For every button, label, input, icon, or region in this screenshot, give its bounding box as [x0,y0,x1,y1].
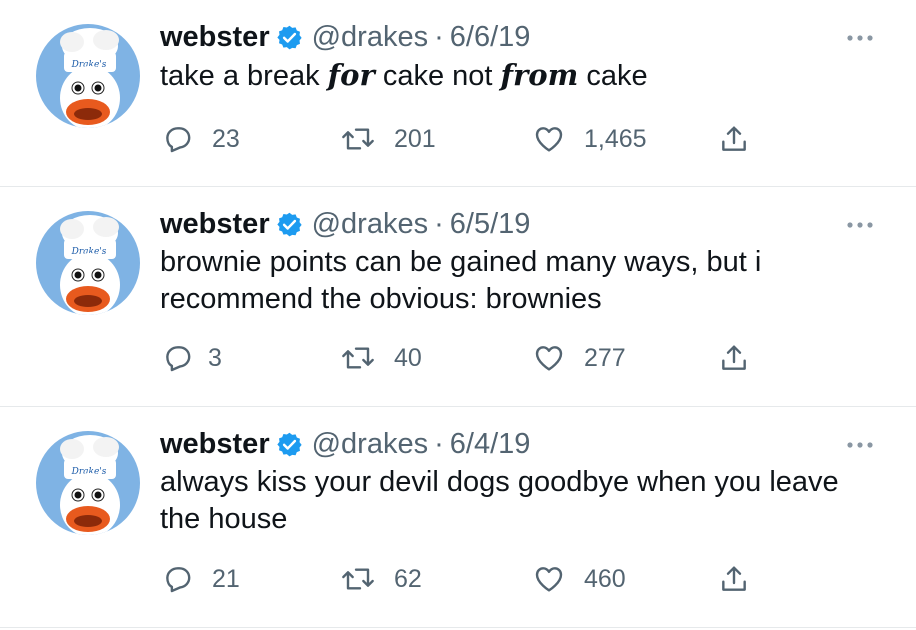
like-button[interactable]: 460 [532,559,626,599]
reply-count: 23 [212,124,240,153]
verified-badge-icon [276,24,303,51]
author-name[interactable]: webster [160,21,270,54]
retweet-count: 40 [394,343,422,372]
share-button[interactable] [718,119,750,159]
reply-count: 21 [212,564,240,593]
separator-dot: · [434,427,444,460]
reply-bubble-icon [166,567,191,593]
author-handle[interactable]: @drakes [312,428,428,461]
heart-icon [535,127,563,152]
retweet-arrows-icon [342,128,374,150]
retweet-count: 62 [394,564,422,593]
share-upload-icon [722,126,746,151]
tweet-actions: 3 40 277 [160,338,780,378]
reply-count: 3 [208,343,222,372]
tweet-text-part: cake [578,60,648,92]
author-name[interactable]: webster [160,208,270,241]
author-handle[interactable]: @drakes [312,21,428,54]
tweet-actions: 21 62 460 [160,559,780,599]
tweet-text-emphasis: from [500,58,579,92]
like-count: 460 [584,564,626,593]
tweet-header: webster @drakes · 6/5/19 [160,204,886,244]
heart-icon [535,346,563,371]
share-button[interactable] [718,559,750,599]
retweet-arrows-icon [342,568,374,590]
separator-dot: · [434,20,444,53]
avatar[interactable]: Drake's [36,24,140,128]
tweet-text-emphasis: for [327,58,375,92]
reply-button[interactable]: 23 [162,119,240,159]
author-handle[interactable]: @drakes [312,208,428,241]
heart-icon [535,567,563,592]
like-count: 1,465 [584,124,647,153]
avatar[interactable]: Drake's [36,211,140,315]
share-button[interactable] [718,338,750,378]
tweet-text-part: cake not [374,60,501,92]
reply-button[interactable]: 21 [162,559,240,599]
retweet-count: 201 [394,124,436,153]
tweet-header: webster @drakes · 6/4/19 [160,424,886,464]
tweet-text-part: take a break [160,60,328,92]
tweet[interactable]: Drake's webster @drakes [0,0,916,187]
more-dots-icon[interactable] [842,216,878,234]
author-name[interactable]: webster [160,428,270,461]
tweet-date[interactable]: 6/6/19 [450,21,531,54]
tweet-feed: Drake's webster @drakes · 6/6/19 take a … [0,0,916,628]
reply-bubble-icon [166,127,191,153]
retweet-arrows-icon [342,347,374,369]
more-dots-icon[interactable] [842,29,878,47]
tweet-date[interactable]: 6/5/19 [450,208,531,241]
verified-badge-icon [276,431,303,458]
tweet[interactable]: Drake's webster @drakes [0,407,916,628]
separator-dot: · [434,207,444,240]
tweet-text: take a break for cake not from cake [160,57,886,95]
tweet[interactable]: Drake's webster @drakes [0,187,916,407]
more-dots-icon[interactable] [842,436,878,454]
share-upload-icon [722,566,746,591]
avatar[interactable]: Drake's [36,431,140,535]
like-button[interactable]: 277 [532,338,626,378]
reply-button[interactable]: 3 [162,338,222,378]
like-button[interactable]: 1,465 [532,119,647,159]
verified-badge-icon [276,211,303,238]
retweet-button[interactable]: 40 [340,338,422,378]
tweet-date[interactable]: 6/4/19 [450,428,531,461]
retweet-button[interactable]: 62 [340,559,422,599]
tweet-text: always kiss your devil dogs goodbye when… [160,466,839,535]
tweet-actions: 23 201 1,465 [160,119,780,159]
tweet-header: webster @drakes · 6/6/19 [160,17,886,57]
retweet-button[interactable]: 201 [340,119,436,159]
like-count: 277 [584,343,626,372]
share-upload-icon [722,345,746,370]
reply-bubble-icon [166,346,191,372]
tweet-text: brownie points can be gained many ways, … [160,246,762,315]
